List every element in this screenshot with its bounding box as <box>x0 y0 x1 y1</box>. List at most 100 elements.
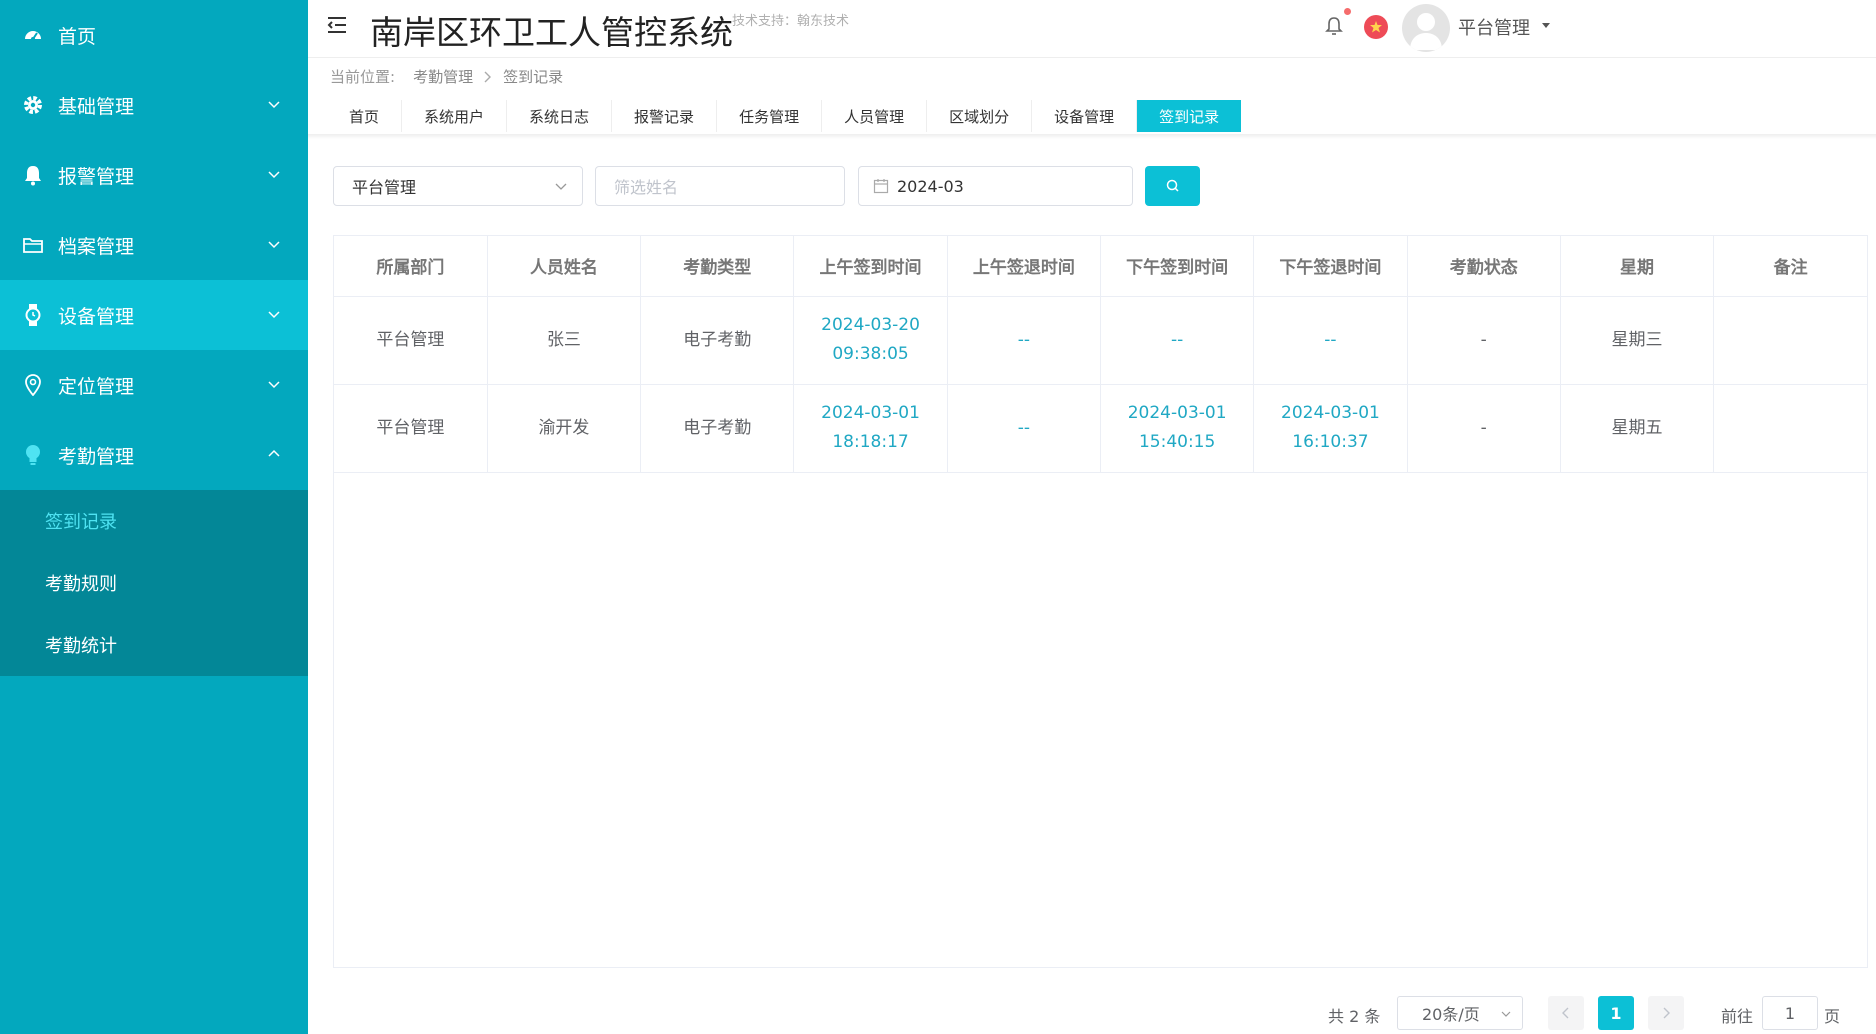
sidebar-group-attendance[interactable]: 考勤管理 <box>0 420 308 490</box>
table-cell: 张三 <box>487 296 642 385</box>
column-header: 考勤状态 <box>1407 236 1561 297</box>
column-header: 所属部门 <box>334 236 488 297</box>
page-title: 南岸区环卫工人管控系统 <box>370 13 733 52</box>
tab-area-division[interactable]: 区域划分 <box>927 100 1033 132</box>
table-cell: 2024-03-01 16:10:37 <box>1253 384 1408 473</box>
chevron-down-icon <box>268 101 280 109</box>
name-filter-input[interactable]: 筛选姓名 <box>595 166 845 206</box>
page-number-button[interactable]: 1 <box>1598 996 1634 1030</box>
prev-page-button[interactable] <box>1548 996 1584 1030</box>
sidebar-group-basic[interactable]: 基础管理 <box>0 70 308 140</box>
month-picker[interactable]: 2024-03 <box>858 166 1133 206</box>
sidebar: 首页 基础管理 报警管理 档案管理 设备管理 定位管理 考勤管理 签到记录 考勤… <box>0 0 308 1034</box>
table-cell: 电子考勤 <box>640 296 795 385</box>
sidebar-item-label: 报警管理 <box>58 165 135 188</box>
user-silhouette-icon <box>1410 13 1442 50</box>
sidebar-item-label: 定位管理 <box>58 375 135 398</box>
table-cell: -- <box>1100 296 1255 385</box>
submenu-item-checkin-records[interactable]: 签到记录 <box>0 490 308 552</box>
chevron-down-icon <box>268 381 280 389</box>
table-cell <box>1713 296 1867 385</box>
submenu-item-attendance-rules[interactable]: 考勤规则 <box>0 552 308 614</box>
next-page-button[interactable] <box>1648 996 1684 1030</box>
checkin-records-table: 所属部门 人员姓名 考勤类型 上午签到时间 上午签退时间 下午签到时间 下午签退… <box>333 235 1868 968</box>
avatar[interactable] <box>1402 4 1450 52</box>
table-cell: 电子考勤 <box>640 384 795 473</box>
chevron-right-icon <box>1663 1007 1670 1019</box>
table-cell: -- <box>947 384 1101 473</box>
chevron-down-icon <box>268 171 280 179</box>
sidebar-group-device[interactable]: 设备管理 <box>0 280 308 350</box>
table-cell: 2024-03-20 09:38:05 <box>793 296 948 385</box>
user-menu-name[interactable]: 平台管理 <box>1458 14 1530 40</box>
tab-bar-divider <box>308 134 1876 139</box>
chevron-up-icon <box>268 449 280 457</box>
sidebar-item-label: 首页 <box>58 25 97 48</box>
sidebar-item-home[interactable]: 首页 <box>0 0 308 70</box>
tab-system-logs[interactable]: 系统日志 <box>507 100 613 132</box>
table-cell <box>1713 384 1867 473</box>
table-row: 平台管理 渝开发 电子考勤 2024-03-01 18:18:17 -- 202… <box>334 384 1867 473</box>
tab-bar: 首页 系统用户 系统日志 报警记录 任务管理 人员管理 区域划分 设备管理 签到… <box>327 100 1242 132</box>
page-size-value: 20条/页 <box>1422 1005 1480 1024</box>
sidebar-group-archive[interactable]: 档案管理 <box>0 210 308 280</box>
table-cell: 2024-03-01 18:18:17 <box>793 384 948 473</box>
pagination: 共 2 条 20条/页 1 前往 页 <box>0 996 1876 1030</box>
sidebar-item-label: 考勤管理 <box>58 445 135 468</box>
bell-icon <box>20 162 46 188</box>
table-cell: - <box>1407 296 1561 385</box>
department-select[interactable]: 平台管理 <box>333 166 583 206</box>
sidebar-group-location[interactable]: 定位管理 <box>0 350 308 420</box>
breadcrumb: 当前位置: 考勤管理 签到记录 <box>330 66 563 87</box>
table-cell: 星期五 <box>1560 384 1715 473</box>
location-pin-icon <box>20 372 46 398</box>
breadcrumb-item-attendance[interactable]: 考勤管理 <box>413 66 473 87</box>
table-cell: -- <box>947 296 1101 385</box>
chevron-left-icon <box>1562 1007 1569 1019</box>
tab-alarm-records[interactable]: 报警记录 <box>612 100 718 132</box>
attendance-submenu: 签到记录 考勤规则 考勤统计 <box>0 490 308 676</box>
goto-page-input[interactable] <box>1762 996 1818 1030</box>
tech-support-text: 技术支持：翰东技术 <box>732 14 850 29</box>
tab-home[interactable]: 首页 <box>327 100 403 132</box>
tab-task-management[interactable]: 任务管理 <box>717 100 823 132</box>
column-header: 下午签到时间 <box>1100 236 1255 297</box>
sidebar-item-label: 档案管理 <box>58 235 135 258</box>
column-header: 星期 <box>1560 236 1715 297</box>
menu-toggle-icon[interactable] <box>326 14 350 36</box>
column-header: 考勤类型 <box>640 236 795 297</box>
table-cell: - <box>1407 384 1561 473</box>
sidebar-item-label: 基础管理 <box>58 95 135 118</box>
lightbulb-icon <box>20 442 46 468</box>
column-header: 上午签退时间 <box>947 236 1101 297</box>
tab-checkin-records[interactable]: 签到记录 <box>1137 100 1242 132</box>
watch-icon <box>20 302 46 328</box>
chevron-down-icon <box>555 183 567 190</box>
chevron-down-icon <box>268 311 280 319</box>
table-cell: 星期三 <box>1560 296 1715 385</box>
column-header: 备注 <box>1713 236 1867 297</box>
department-select-value: 平台管理 <box>352 178 417 197</box>
tab-device-management[interactable]: 设备管理 <box>1032 100 1138 132</box>
search-icon <box>1166 179 1179 192</box>
search-button[interactable] <box>1145 166 1200 206</box>
month-picker-value: 2024-03 <box>897 176 964 196</box>
column-header: 上午签到时间 <box>793 236 948 297</box>
top-header: 南岸区环卫工人管控系统 技术支持：翰东技术 <box>308 0 1876 58</box>
tab-personnel[interactable]: 人员管理 <box>822 100 928 132</box>
tab-system-users[interactable]: 系统用户 <box>402 100 508 132</box>
notification-bell-icon[interactable] <box>1322 14 1346 38</box>
table-cell: 平台管理 <box>334 296 488 385</box>
language-flag-icon[interactable] <box>1364 15 1388 39</box>
table-row: 平台管理 张三 电子考勤 2024-03-20 09:38:05 -- -- -… <box>334 296 1867 385</box>
goto-unit-label: 页 <box>1824 1007 1841 1026</box>
submenu-item-attendance-stats[interactable]: 考勤统计 <box>0 614 308 676</box>
page-size-select[interactable]: 20条/页 <box>1397 996 1523 1030</box>
sidebar-item-label: 设备管理 <box>58 305 135 328</box>
breadcrumb-prefix: 当前位置: <box>330 68 396 86</box>
sidebar-group-alarm[interactable]: 报警管理 <box>0 140 308 210</box>
table-cell: 2024-03-01 15:40:15 <box>1100 384 1255 473</box>
notification-dot <box>1344 8 1351 15</box>
caret-down-icon[interactable] <box>1541 22 1551 30</box>
column-header: 人员姓名 <box>487 236 642 297</box>
